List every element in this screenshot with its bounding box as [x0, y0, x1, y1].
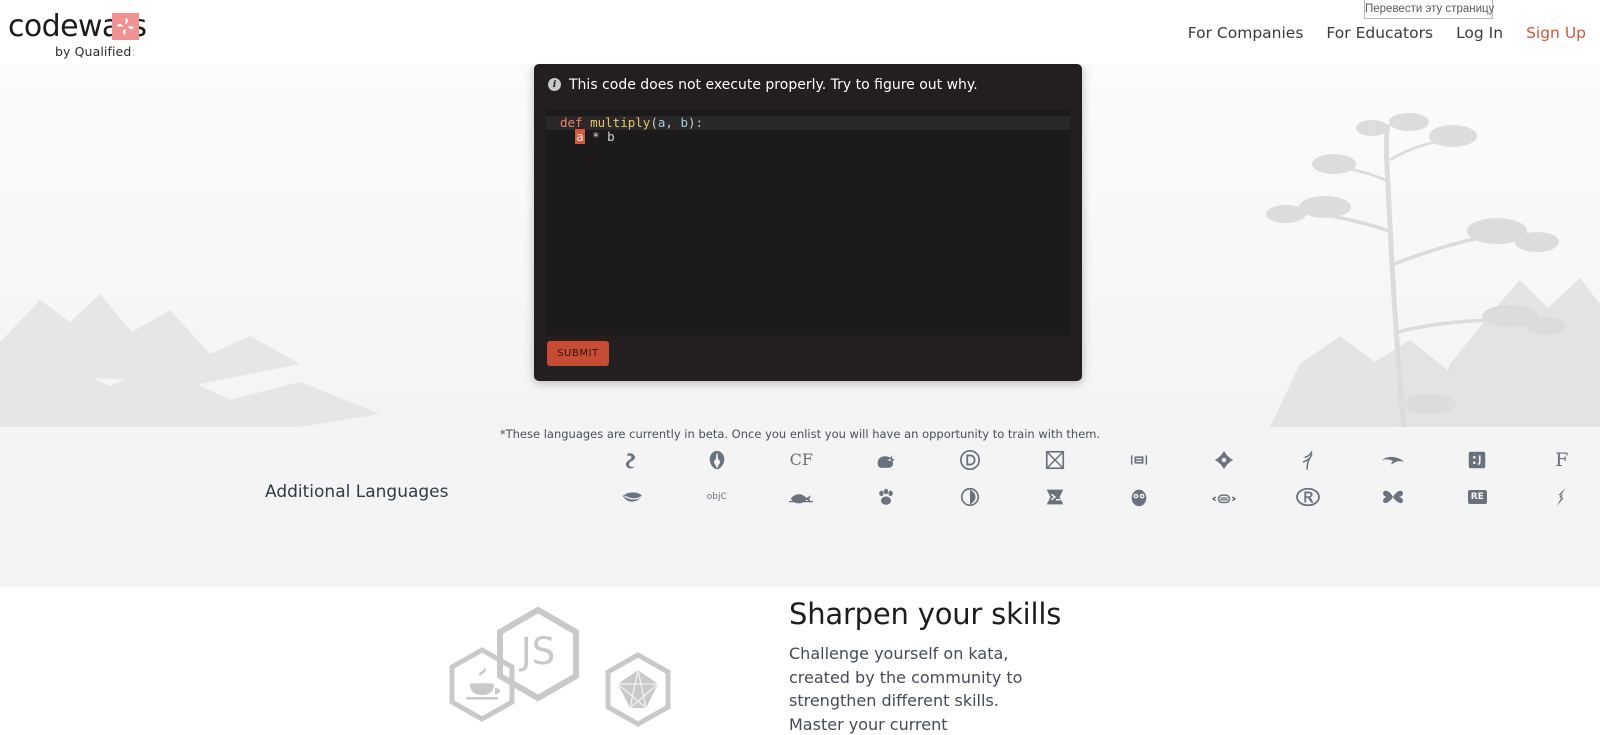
- page-root: Перевести эту страницу codewars by Quali…: [0, 0, 1600, 735]
- code-token-comma: ,: [665, 115, 681, 130]
- pinwheel-icon: [112, 13, 139, 40]
- logo-subtitle-dots: :: [131, 44, 136, 59]
- editor-hint-message: i This code does not execute properly. T…: [534, 64, 1082, 105]
- perl-icon[interactable]: [1378, 445, 1408, 475]
- code-cursor-selection[interactable]: a: [575, 129, 585, 144]
- dart-icon[interactable]: [1462, 445, 1492, 475]
- javascript-hex-label: JS: [519, 630, 555, 673]
- languages-beta-note: *These languages are currently in beta. …: [499, 427, 1101, 441]
- reason-butterfly-icon[interactable]: [1378, 482, 1408, 512]
- reason-label: RE: [1467, 489, 1487, 504]
- logo-subtitle: by Qualified:: [55, 44, 136, 59]
- code-token-function-name: multiply: [590, 115, 651, 130]
- info-icon: i: [548, 78, 561, 91]
- coldfusion-label: CF: [789, 450, 813, 469]
- reason-icon[interactable]: RE: [1462, 482, 1492, 512]
- additional-languages-section: Additional Languages CF F objC RE *These…: [0, 427, 1600, 587]
- hero-section: i This code does not execute properly. T…: [0, 64, 1600, 427]
- solidity-icon[interactable]: [1547, 482, 1577, 512]
- code-line-2-rest: * b: [584, 129, 615, 144]
- codewars-logo[interactable]: codewars by Qualified:: [8, 8, 208, 59]
- logo-subtitle-text: by Qualified: [55, 44, 132, 59]
- site-header: codewars by Qualified: For Companies For…: [0, 0, 1600, 64]
- code-token-close-paren: ):: [687, 115, 704, 130]
- haxe-icon[interactable]: [1040, 445, 1070, 475]
- sharpen-skills-body: Challenge yourself on kata, created by t…: [789, 644, 1023, 734]
- code-space-1: [583, 115, 591, 130]
- owl-icon[interactable]: [1124, 482, 1154, 512]
- translate-page-tooltip[interactable]: Перевести эту страницу: [1364, 0, 1494, 19]
- coldfusion-icon[interactable]: CF: [786, 445, 816, 475]
- code-line-1[interactable]: def multiply(a, b):: [546, 116, 1070, 130]
- code-token-param-b: b: [680, 115, 688, 130]
- go-gopher-icon[interactable]: [871, 445, 901, 475]
- dlang-icon[interactable]: [955, 445, 985, 475]
- sharpen-skills-title: Sharpen your skills: [789, 597, 1062, 631]
- forth-label: F: [1555, 448, 1569, 471]
- nav-link-log-in[interactable]: Log In: [1456, 24, 1503, 42]
- clojure-icon[interactable]: [617, 445, 647, 475]
- lua-icon[interactable]: [1124, 445, 1154, 475]
- editor-hint-text: This code does not execute properly. Try…: [569, 76, 978, 93]
- nav-link-for-companies[interactable]: For Companies: [1188, 24, 1304, 42]
- nav-link-sign-up[interactable]: Sign Up: [1526, 24, 1586, 42]
- coffeescript-icon[interactable]: [1209, 482, 1239, 512]
- nim-icon[interactable]: [1209, 445, 1239, 475]
- crystal-icon[interactable]: [702, 445, 732, 475]
- code-token-def: def: [560, 115, 583, 130]
- nav-link-for-educators[interactable]: For Educators: [1326, 24, 1433, 42]
- racket-paw-icon[interactable]: [871, 482, 901, 512]
- code-input-area[interactable]: def multiply(a, b): a * b: [546, 110, 1070, 335]
- ocaml-icon[interactable]: [1293, 445, 1323, 475]
- elixir-icon[interactable]: [617, 482, 647, 512]
- code-editor-card: i This code does not execute properly. T…: [534, 64, 1082, 381]
- language-hexagons: JS: [400, 592, 720, 735]
- sharpen-skills-section: JS Sharpen your skills Challenge yoursel…: [0, 587, 1600, 735]
- primary-nav: For Companies For Educators Log In Sign …: [1188, 24, 1586, 42]
- forth-icon[interactable]: F: [1547, 445, 1577, 475]
- additional-languages-label: Additional Languages: [265, 482, 449, 502]
- language-icon-grid: CF F objC RE: [590, 441, 1568, 515]
- objc-label: objC: [706, 491, 727, 502]
- objective-c-icon[interactable]: objC: [702, 482, 732, 512]
- r-lang-icon[interactable]: [1293, 482, 1323, 512]
- submit-button[interactable]: SUBMIT: [547, 341, 609, 366]
- code-line-2[interactable]: a * b: [546, 129, 1070, 144]
- elm-icon[interactable]: [955, 482, 985, 512]
- code-token-open-paren: (: [650, 115, 658, 130]
- shell-icon[interactable]: [1040, 482, 1070, 512]
- powershell-fish-icon[interactable]: [786, 482, 816, 512]
